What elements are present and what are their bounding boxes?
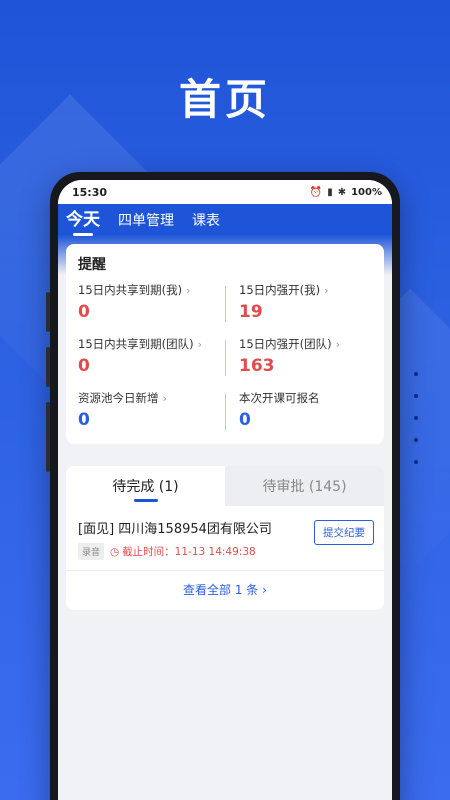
chevron-right-icon: › <box>262 583 267 597</box>
reminder-item-force-open-me[interactable]: 15日内强开(我) › 19 <box>225 282 372 322</box>
chevron-right-icon: › <box>162 391 167 405</box>
reminder-card: 提醒 15日内共享到期(我) › 0 15日内强开(我) › 19 15日内共享到期… <box>66 244 384 444</box>
reminder-value: 163 <box>239 356 275 376</box>
reminder-label: 本次开课可报名 <box>239 391 320 405</box>
tab-schedule[interactable]: 课表 <box>192 210 220 230</box>
task-tabs: 待完成 (1) 待审批 (145) <box>66 466 384 506</box>
status-bar: 15:30 ⏰ ▮ ✱ 100% <box>58 180 392 204</box>
recording-tag: 录音 <box>78 543 105 560</box>
top-navigation: 今天 四单管理 课表 <box>58 204 392 236</box>
reminder-item-share-expire-team[interactable]: 15日内共享到期(团队) › 0 <box>78 336 225 376</box>
reminder-label: 15日内强开(团队) <box>239 337 332 351</box>
deadline-text: 截止时间：11-13 14:49:38 <box>122 546 256 558</box>
clock-icon: ◷ <box>110 545 120 558</box>
deadline: ◷ 截止时间：11-13 14:49:38 <box>110 544 256 559</box>
task-card: 待完成 (1) 待审批 (145) [面见] 四川海158954团有限公司 录音… <box>66 466 384 610</box>
reminder-label: 15日内共享到期(团队) <box>78 337 194 351</box>
alarm-icon: ⏰ <box>309 186 323 198</box>
chevron-right-icon: › <box>197 337 203 351</box>
reminder-item-course-enroll[interactable]: 本次开课可报名 0 <box>225 390 372 430</box>
page-title: 首页 <box>178 75 271 124</box>
reminder-item-share-expire-me[interactable]: 15日内共享到期(我) › 0 <box>78 282 225 322</box>
reminder-label: 15日内强开(我) <box>239 283 321 297</box>
task-item[interactable]: [面见] 四川海158954团有限公司 录音 ◷ 截止时间：11-13 14:4… <box>66 506 384 571</box>
view-all-link[interactable]: 查看全部 1 条 › <box>66 571 384 610</box>
reminder-label: 15日内共享到期(我) <box>78 283 183 297</box>
tab-today[interactable]: 今天 <box>66 205 100 230</box>
tab-approval[interactable]: 待审批 (145) <box>225 466 384 506</box>
chevron-right-icon: › <box>186 283 191 297</box>
reminder-value: 0 <box>78 356 90 376</box>
reminder-value: 0 <box>78 302 90 322</box>
chevron-right-icon: › <box>335 337 341 351</box>
reminder-value: 0 <box>78 410 90 430</box>
signal-icon: ▮ <box>327 186 333 198</box>
phone-screen: 15:30 ⏰ ▮ ✱ 100% 今天 四单管理 课表 提醒 15日内共享到期(… <box>58 180 392 800</box>
reminder-item-force-open-team[interactable]: 15日内强开(团队) › 163 <box>225 336 372 376</box>
view-all-label: 查看全部 1 条 <box>183 583 259 597</box>
battery-level: 100% <box>351 186 382 198</box>
reminder-value: 19 <box>239 302 263 322</box>
tab-four-orders[interactable]: 四单管理 <box>118 210 174 230</box>
submit-summary-button[interactable]: 提交纪要 <box>314 520 374 545</box>
bluetooth-icon: ✱ <box>337 186 347 198</box>
chevron-right-icon: › <box>324 283 329 297</box>
phone-mockup: 15:30 ⏰ ▮ ✱ 100% 今天 四单管理 课表 提醒 15日内共享到期(… <box>46 172 400 800</box>
status-time: 15:30 <box>72 185 108 199</box>
reminder-item-pool-new[interactable]: 资源池今日新增 › 0 <box>78 390 225 430</box>
decorative-dots <box>414 372 418 464</box>
reminder-value: 0 <box>239 410 251 430</box>
reminder-title: 提醒 <box>78 257 106 273</box>
tab-pending[interactable]: 待完成 (1) <box>66 466 225 506</box>
reminder-label: 资源池今日新增 <box>78 391 159 405</box>
